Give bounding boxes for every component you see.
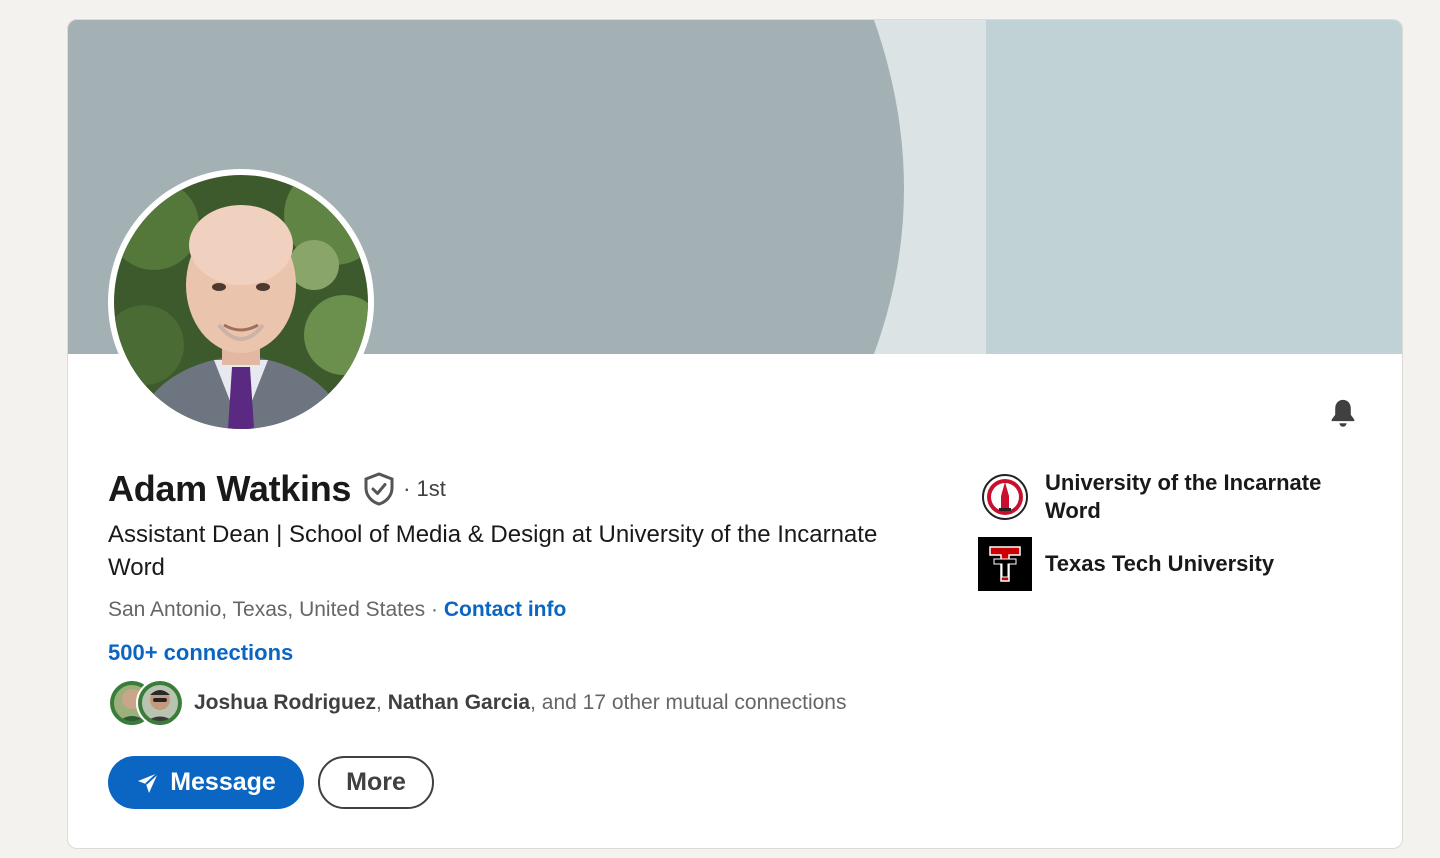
message-button-label: Message xyxy=(170,768,276,796)
education-item-uiw[interactable]: University of the Incarnate Word xyxy=(978,469,1365,525)
education-item-ttu[interactable]: Texas Tech University xyxy=(978,537,1365,591)
connections-link[interactable]: 500+ connections xyxy=(108,640,293,666)
mutual-sep: , xyxy=(376,691,388,714)
location-row: San Antonio, Texas, United States · Cont… xyxy=(108,598,566,622)
location-separator: · xyxy=(425,598,444,621)
profile-name: Adam Watkins xyxy=(108,468,352,509)
profile-card: Adam Watkins · 1st Assistant Dean | Scho… xyxy=(67,19,1403,849)
ttu-logo-icon xyxy=(978,537,1032,591)
profile-photo[interactable] xyxy=(108,169,374,435)
mutual-connections[interactable]: Joshua Rodriguez, Nathan Garcia, and 17 … xyxy=(108,679,846,727)
connection-degree: · 1st xyxy=(403,476,446,501)
paper-plane-icon xyxy=(138,771,159,793)
mutual-avatars xyxy=(108,679,184,727)
education-name: Texas Tech University xyxy=(1045,551,1275,576)
action-buttons: Message More xyxy=(108,756,434,809)
more-button[interactable]: More xyxy=(318,756,434,809)
location-text: San Antonio, Texas, United States xyxy=(108,598,426,621)
mutual-name-1: Joshua Rodriguez xyxy=(194,691,377,714)
message-button[interactable]: Message xyxy=(108,756,304,809)
avatar xyxy=(136,679,184,727)
shield-check-icon[interactable] xyxy=(363,472,395,506)
mutual-name-2: Nathan Garcia xyxy=(387,691,531,714)
mutual-rest: , and 17 other mutual connections xyxy=(530,691,847,714)
more-button-label: More xyxy=(346,768,406,796)
uiw-logo-icon xyxy=(978,470,1032,524)
contact-info-link[interactable]: Contact info xyxy=(444,598,566,621)
profile-headline: Assistant Dean | School of Media & Desig… xyxy=(108,521,878,581)
education-name: University of the Incarnate Word xyxy=(1045,470,1322,523)
name-row: Adam Watkins · 1st xyxy=(108,468,446,510)
bell-icon[interactable] xyxy=(1323,394,1363,434)
